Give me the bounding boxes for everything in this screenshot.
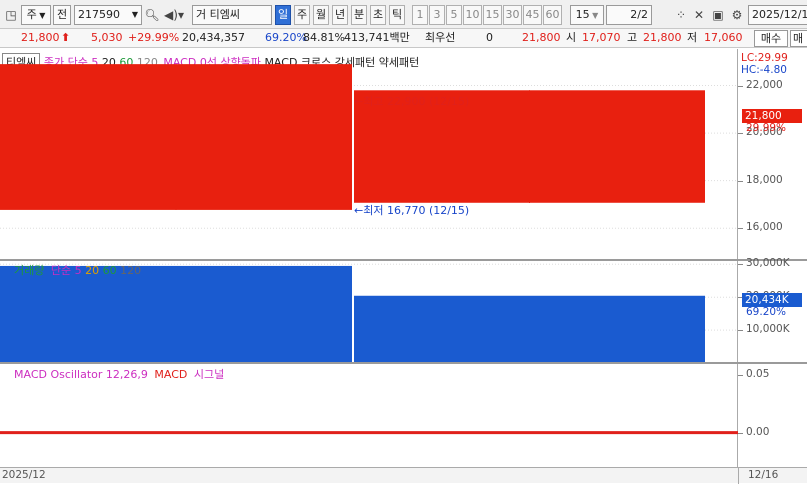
macd-legend: MACD Oscillator 12,26,9 MACD 시그널 [14,366,224,382]
date-axis-right: 12/16 [748,469,779,481]
price-tick-label: 18,000 [746,173,783,186]
volume-ma120-legend: 120 [120,264,142,277]
high-label: 고 [627,31,638,44]
volume-ma60-legend: 60 [102,264,117,277]
high-annotation: ←최고 22,900 (12/15) [354,95,470,108]
interval-button[interactable]: 45 [523,5,542,25]
turnover: 84.81% [303,31,345,44]
interval-button[interactable]: 30 [503,5,522,25]
volume-bar [0,265,352,363]
dots-icon[interactable]: ⁘ [672,5,690,25]
page-indicator: 2/2 [606,5,652,25]
period-button[interactable]: 주 [294,5,310,25]
search-icon[interactable]: 🔍︎ [143,5,161,25]
volume-ratio: 69.20% [265,31,307,44]
macd-signal-legend: 시그널 [193,368,225,381]
macd-tick-label: 0.00 [746,425,770,438]
price-tick-label-mark [738,133,743,135]
price-tick-label: 22,000 [746,78,783,91]
open-value: 17,070 [582,31,621,44]
price-tick-label-mark [738,228,743,230]
last-volume-pct: 69.20% [746,306,787,318]
volume-ma20-legend: 20 [85,264,100,277]
hc-label: HC:-4.80 [741,64,787,76]
market-select[interactable]: 주 ▼ [21,5,51,25]
volume-tick-label: 10,000K [746,323,790,336]
speaker-icon[interactable]: ◀)▾ [162,5,186,25]
code-input[interactable]: 217590 ▼ [74,5,142,25]
stock-name-field[interactable]: 거 티엠씨 [192,5,272,25]
macd-tick-label-mark [738,432,743,434]
preferred-label: 최우선 [425,31,456,44]
current-price: 21,800 [21,31,60,44]
open-label: 시 [566,31,577,44]
period-button[interactable]: 월 [313,5,329,25]
date-axis-divider [738,468,739,484]
interval-button[interactable]: 3 [429,5,445,25]
chart-tools-icon[interactable]: ✕ [690,5,708,25]
interval-button[interactable]: 10 [463,5,482,25]
candle-body [0,64,352,210]
preferred-value: 0 [486,31,493,44]
price-tick-label-mark [738,85,743,87]
volume-legend: 거래량 단순 5 20 60 120 [14,262,141,278]
macd-osc-legend: MACD Oscillator 12,26,9 [14,368,148,381]
period-button[interactable]: 일 [275,5,291,25]
up-arrow-icon: ⬆ [61,31,71,44]
last-price-tag: 21,800 [742,109,802,123]
price-tick-label: 16,000 [746,221,783,234]
price-summary-row: 21,800 ⬆ 5,030 +29.99% 20,434,357 69.20%… [0,29,807,48]
last-pct-tag: 29.99% [746,122,787,134]
window-menu-icon[interactable]: ◳ [2,5,20,25]
save-icon[interactable]: ▣ [709,5,727,25]
interval-button[interactable]: 15 [483,5,502,25]
last-volume-tag: 20,434K [742,293,802,307]
volume-ma-legend: 단순 5 [50,264,82,277]
period-button[interactable]: 초 [370,5,386,25]
bid-price: 21,800 [522,31,561,44]
volume-tick-label: 30,000K [746,257,790,270]
volume-tick-label-mark [738,330,743,332]
price-change-pct: +29.99% [128,31,180,44]
volume-pane[interactable]: 거래량 단순 5 20 60 120 [0,261,738,363]
gear-icon[interactable]: ⚙ [728,5,746,25]
volume-bar [354,295,705,363]
price-axis: LC:29.99 HC:-4.80 22,000 20,000 18,000 16,0… [738,49,807,260]
price-chart [0,64,738,229]
macd-pane[interactable]: MACD Oscillator 12,26,9 MACD 시그널 [0,364,738,467]
interval-button[interactable]: 60 [543,5,562,25]
low-annotation: ←최저 16,770 (12/15) [354,204,470,217]
all-button[interactable]: 전 [53,5,71,25]
buy-button[interactable]: 매수 [754,30,788,47]
date-field[interactable]: 2025/12/1 [748,5,807,25]
lc-label: LC:29.99 [741,52,788,64]
low-label: 저 [687,31,698,44]
macd-line-legend: MACD [154,368,188,381]
price-pane[interactable]: 티엠씨 종가 단순 5 20 60 120 MACD 0선 상향돌파 MACD … [0,49,738,260]
toolbar: ◳ 주 ▼ 전 217590 ▼ 🔍︎ ◀)▾ 거 티엠씨 일주월년분초틱 135… [0,0,807,29]
volume-axis: 30,000K20,000K10,000K 20,434K 69.20% [738,257,807,363]
period-button[interactable]: 년 [332,5,348,25]
price-tick-label-mark [738,180,743,182]
interval-button[interactable]: 1 [412,5,428,25]
date-axis: 2025/12 12/16 [0,467,807,484]
macd-axis: 0.05 0.00 [738,364,807,467]
period-button[interactable]: 분 [351,5,367,25]
high-value: 21,800 [643,31,682,44]
date-axis-left: 2025/12 [2,469,46,481]
period-button[interactable]: 틱 [389,5,405,25]
trade-amount: 413,741백만 [344,31,410,44]
volume-label: 거래량 [14,264,45,277]
price-change: 5,030 [91,31,123,44]
macd-tick-label: 0.05 [746,368,770,381]
sell-button[interactable]: 매 [790,30,807,47]
count-select[interactable]: 15 ▼ [570,5,604,25]
macd-tick-label-mark [738,375,743,377]
volume-tick-label-mark [738,264,743,266]
low-value: 17,060 [704,31,743,44]
volume-value: 20,434,357 [182,31,245,44]
interval-button[interactable]: 5 [446,5,462,25]
